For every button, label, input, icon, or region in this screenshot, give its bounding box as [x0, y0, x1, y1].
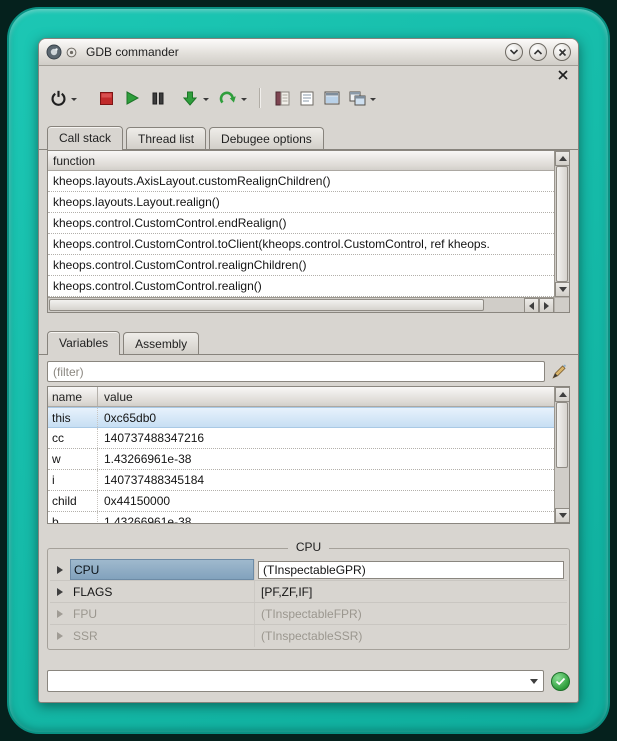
windows-button[interactable]	[346, 85, 368, 111]
cpu-row[interactable]: CPU (TInspectableGPR)	[50, 559, 567, 581]
step-into-menu-arrow-icon[interactable]	[203, 98, 209, 104]
toolbar-separator	[259, 88, 261, 108]
pin-icon[interactable]	[66, 47, 77, 58]
step-over-menu-arrow-icon[interactable]	[241, 98, 247, 104]
cpu-row[interactable]: FLAGS [PF,ZF,IF]	[50, 581, 567, 603]
vertical-scrollbar-thumb[interactable]	[556, 402, 568, 468]
dock-close-icon[interactable]	[556, 68, 569, 81]
cpu-row[interactable]: FPU (TInspectableFPR)	[50, 603, 567, 625]
scrollbar-corner	[554, 297, 569, 312]
close-button[interactable]	[553, 43, 571, 61]
command-bar	[47, 670, 570, 692]
power-menu-arrow-icon[interactable]	[71, 98, 77, 104]
callstack-row[interactable]: kheops.control.CustomControl.toClient(kh…	[48, 234, 554, 255]
tab-call-stack[interactable]: Call stack	[47, 126, 123, 150]
variables-column-headers[interactable]: name value	[48, 387, 554, 407]
expander-icon[interactable]	[50, 559, 70, 580]
callstack-column-header[interactable]: function	[48, 151, 554, 171]
variable-row[interactable]: this 0xc65db0	[48, 407, 554, 428]
horizontal-scroll-track[interactable]	[484, 298, 524, 312]
horizontal-scrollbar-thumb[interactable]	[49, 299, 484, 311]
output-log-button[interactable]	[296, 85, 318, 111]
command-input[interactable]	[48, 674, 525, 688]
cpu-value-field[interactable]: (TInspectableGPR)	[258, 561, 564, 579]
power-button[interactable]	[47, 85, 69, 111]
callstack-row[interactable]: kheops.control.CustomControl.endRealign(…	[48, 213, 554, 234]
callstack-row[interactable]: kheops.control.CustomControl.realignChil…	[48, 255, 554, 276]
scroll-down-icon[interactable]	[555, 282, 570, 297]
cpu-groupbox-title: CPU	[48, 540, 569, 554]
run-button[interactable]	[121, 85, 143, 111]
variables-vertical-scrollbar[interactable]	[554, 387, 569, 523]
gdb-commander-window: GDB commander	[38, 38, 579, 703]
scroll-up-icon[interactable]	[555, 151, 570, 166]
scroll-down-icon[interactable]	[555, 508, 570, 523]
pause-button[interactable]	[147, 85, 169, 111]
variable-row[interactable]: child 0x44150000	[48, 491, 554, 512]
callstack-horizontal-scrollbar[interactable]	[48, 297, 554, 312]
callstack-table: function kheops.layouts.AxisLayout.custo…	[47, 150, 570, 313]
cpu-groupbox: CPU CPU (TInspectableGPR) FLAGS [PF,ZF,I…	[47, 548, 570, 650]
vertical-scrollbar-thumb[interactable]	[556, 166, 568, 282]
expander-icon[interactable]	[50, 603, 70, 624]
shade-button[interactable]	[505, 43, 523, 61]
vertical-scroll-track[interactable]	[555, 402, 569, 508]
column-header-value[interactable]: value	[98, 387, 554, 406]
wand-icon[interactable]	[548, 361, 570, 382]
callstack-row[interactable]: kheops.control.CustomControl.realign()	[48, 276, 554, 297]
callstack-row[interactable]: kheops.layouts.AxisLayout.customRealignC…	[48, 171, 554, 192]
callstack-vertical-scrollbar[interactable]	[554, 151, 569, 297]
variable-row[interactable]: cc 140737488347216	[48, 428, 554, 449]
tab-assembly[interactable]: Assembly	[123, 332, 199, 354]
expander-icon[interactable]	[50, 625, 70, 647]
tab-thread-list[interactable]: Thread list	[126, 127, 206, 149]
scroll-right-icon[interactable]	[539, 298, 554, 313]
callstack-tabbar: Call stack Thread list Debugee options	[39, 126, 578, 150]
maximize-button[interactable]	[529, 43, 547, 61]
variables-tabbar: Variables Assembly	[39, 331, 578, 355]
library-button[interactable]	[271, 85, 293, 111]
scroll-up-icon[interactable]	[555, 387, 570, 402]
step-over-button[interactable]	[217, 85, 239, 111]
column-header-name[interactable]: name	[48, 387, 98, 406]
cpu-row[interactable]: SSR (TInspectableSSR)	[50, 625, 567, 647]
expander-icon[interactable]	[50, 581, 70, 602]
command-combobox[interactable]	[47, 670, 544, 692]
windows-menu-arrow-icon[interactable]	[370, 98, 376, 104]
filter-row	[47, 361, 570, 382]
variable-row[interactable]: i 140737488345184	[48, 470, 554, 491]
titlebar[interactable]: GDB commander	[39, 39, 578, 66]
app-icon[interactable]	[46, 44, 62, 60]
variable-row[interactable]: b 1.43266961e-38	[48, 512, 554, 523]
step-into-button[interactable]	[179, 85, 201, 111]
variables-table: name value this 0xc65db0 cc 140737488347…	[47, 386, 570, 524]
execute-button[interactable]	[551, 672, 570, 691]
watch-window-button[interactable]	[321, 85, 343, 111]
filter-input[interactable]	[47, 361, 545, 382]
stop-button[interactable]	[95, 85, 117, 111]
vertical-scroll-track[interactable]	[555, 166, 569, 282]
tab-debugee-options[interactable]: Debugee options	[209, 127, 324, 149]
callstack-row[interactable]: kheops.layouts.Layout.realign()	[48, 192, 554, 213]
tab-variables[interactable]: Variables	[47, 331, 120, 355]
combo-dropdown-icon[interactable]	[525, 671, 543, 691]
debug-toolbar	[39, 82, 578, 114]
dock-header	[39, 66, 578, 82]
variable-row[interactable]: w 1.43266961e-38	[48, 449, 554, 470]
window-title: GDB commander	[86, 45, 499, 59]
scroll-left-icon[interactable]	[524, 298, 539, 313]
